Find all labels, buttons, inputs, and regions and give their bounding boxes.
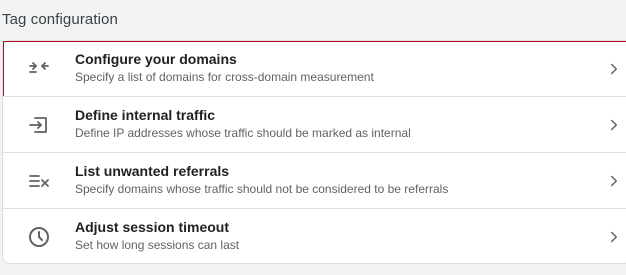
row-description: Set how long sessions can last: [75, 238, 240, 252]
row-title: Configure your domains: [75, 51, 237, 67]
list-unwanted-referrals-row[interactable]: List unwanted referrals Specify domains …: [3, 153, 626, 209]
tag-configuration-card: Configure your domains Specify a list of…: [2, 40, 626, 264]
chevron-right-icon: [605, 172, 623, 190]
adjust-session-timeout-row[interactable]: Adjust session timeout Set how long sess…: [3, 209, 626, 265]
row-title: Define internal traffic: [75, 107, 216, 123]
row-description: Specify a list of domains for cross-doma…: [75, 70, 374, 84]
row-description: Specify domains whose traffic should not…: [75, 182, 449, 196]
chevron-right-icon: [605, 228, 623, 246]
configure-domains-row[interactable]: Configure your domains Specify a list of…: [3, 41, 626, 97]
clock-icon: [27, 225, 51, 249]
list-remove-icon: [27, 169, 51, 193]
arrows-merge-icon: [27, 57, 51, 81]
chevron-right-icon: [605, 60, 623, 78]
row-title: Adjust session timeout: [75, 219, 230, 235]
chevron-right-icon: [605, 116, 623, 134]
login-arrow-icon: [27, 113, 51, 137]
row-description: Define IP addresses whose traffic should…: [75, 126, 411, 140]
section-title: Tag configuration: [2, 11, 118, 28]
row-title: List unwanted referrals: [75, 163, 230, 179]
define-internal-traffic-row[interactable]: Define internal traffic Define IP addres…: [3, 97, 626, 153]
